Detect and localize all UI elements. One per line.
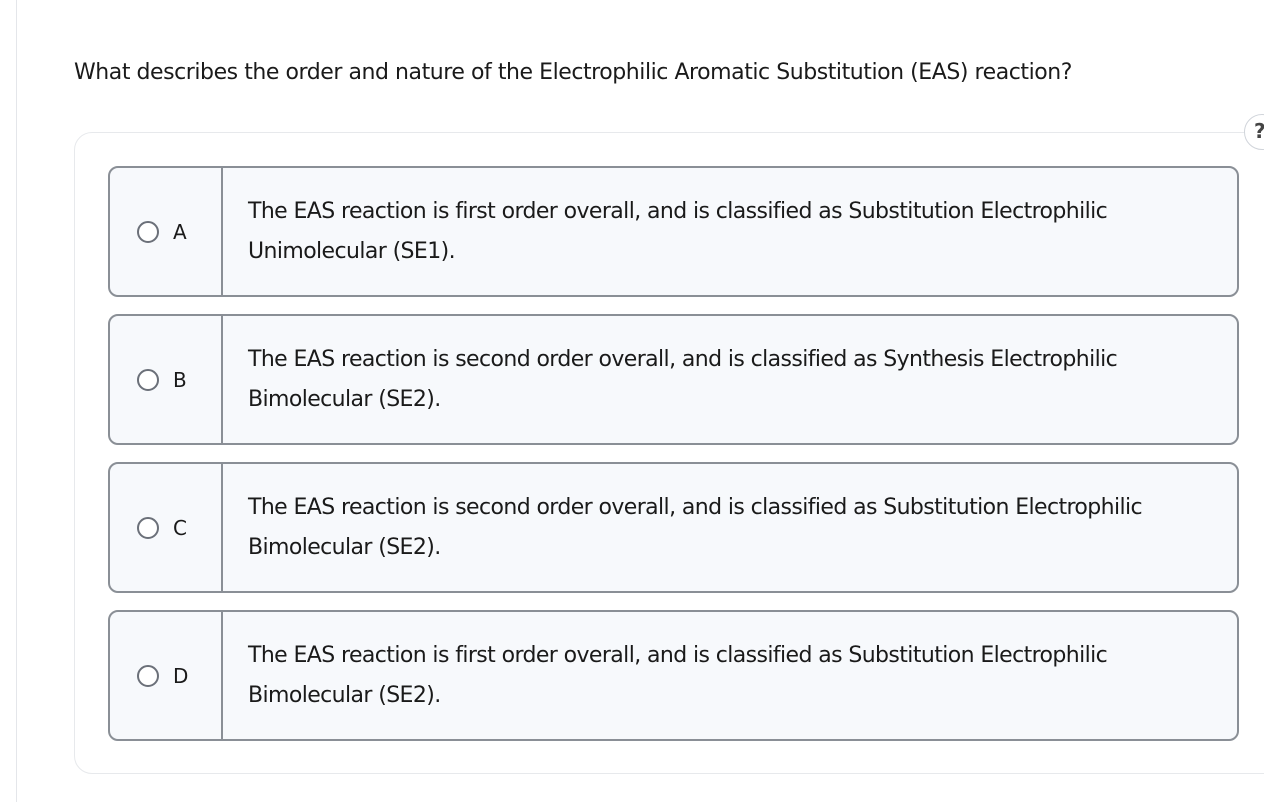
question-text: What describes the order and nature of t… bbox=[74, 60, 1072, 85]
option-letter: A bbox=[173, 219, 187, 244]
option-selector[interactable]: C bbox=[110, 464, 223, 591]
option-selector[interactable]: A bbox=[110, 168, 223, 295]
radio-button-icon[interactable] bbox=[137, 368, 159, 391]
option-text: The EAS reaction is first order overall,… bbox=[248, 198, 1108, 264]
radio-button-icon[interactable] bbox=[137, 516, 159, 539]
quiz-page: What describes the order and nature of t… bbox=[0, 0, 1264, 802]
option-letter: B bbox=[173, 367, 187, 392]
option-letter: C bbox=[173, 515, 187, 540]
option-text: The EAS reaction is first order overall,… bbox=[248, 642, 1108, 708]
radio-button-icon[interactable] bbox=[137, 664, 159, 687]
answer-option-d[interactable]: D The EAS reaction is first order overal… bbox=[108, 610, 1239, 741]
left-divider bbox=[16, 0, 17, 802]
answer-option-c[interactable]: C The EAS reaction is second order overa… bbox=[108, 462, 1239, 593]
option-text: The EAS reaction is second order overall… bbox=[248, 346, 1118, 412]
radio-button-icon[interactable] bbox=[137, 220, 159, 243]
question-mark-icon: ? bbox=[1254, 119, 1264, 143]
option-letter: D bbox=[173, 663, 189, 688]
answer-option-b[interactable]: B The EAS reaction is second order overa… bbox=[108, 314, 1239, 445]
option-selector[interactable]: B bbox=[110, 316, 223, 443]
option-selector[interactable]: D bbox=[110, 612, 223, 739]
answer-option-a[interactable]: A The EAS reaction is first order overal… bbox=[108, 166, 1239, 297]
option-text: The EAS reaction is second order overall… bbox=[248, 494, 1143, 560]
